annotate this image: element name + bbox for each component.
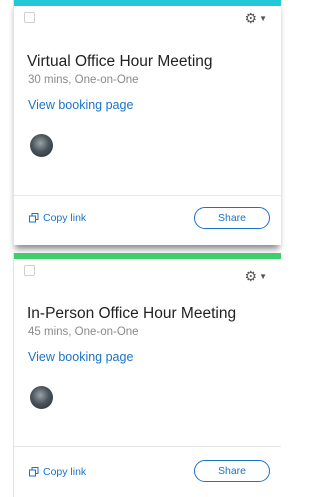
divider (14, 195, 281, 196)
event-title: Virtual Office Hour Meeting (27, 53, 213, 70)
settings-menu-button[interactable]: ⚙ ▼ (245, 11, 267, 26)
card-accent-bar (14, 253, 281, 259)
select-checkbox[interactable] (24, 265, 35, 276)
chevron-down-icon: ▼ (259, 272, 267, 282)
chevron-down-icon: ▼ (259, 14, 267, 24)
copy-icon (29, 467, 39, 477)
card-accent-bar (14, 0, 281, 6)
gear-icon: ⚙ (244, 268, 258, 284)
view-booking-page-link[interactable]: View booking page (28, 350, 133, 364)
event-title: In-Person Office Hour Meeting (27, 305, 237, 322)
copy-icon (29, 213, 39, 223)
event-card: ⚙ ▼ In-Person Office Hour Meeting 45 mins… (13, 253, 281, 497)
copy-link-label: Copy link (43, 212, 87, 224)
copy-link-label: Copy link (43, 466, 87, 478)
copy-link-button[interactable]: Copy link (29, 466, 86, 478)
select-checkbox[interactable] (24, 12, 35, 23)
event-card: ⚙ ▼ Virtual Office Hour Meeting 30 mins, … (13, 0, 281, 245)
copy-link-button[interactable]: Copy link (29, 212, 86, 224)
settings-menu-button[interactable]: ⚙ ▼ (245, 269, 267, 284)
avatar (30, 134, 53, 157)
gear-icon: ⚙ (244, 10, 258, 26)
event-details: 45 mins, One-on-One (28, 326, 139, 338)
share-button[interactable]: Share (194, 207, 270, 229)
view-booking-page-link[interactable]: View booking page (28, 98, 133, 112)
divider (14, 446, 281, 447)
share-button[interactable]: Share (194, 460, 270, 482)
avatar (30, 386, 53, 409)
event-details: 30 mins, One-on-One (28, 74, 139, 86)
